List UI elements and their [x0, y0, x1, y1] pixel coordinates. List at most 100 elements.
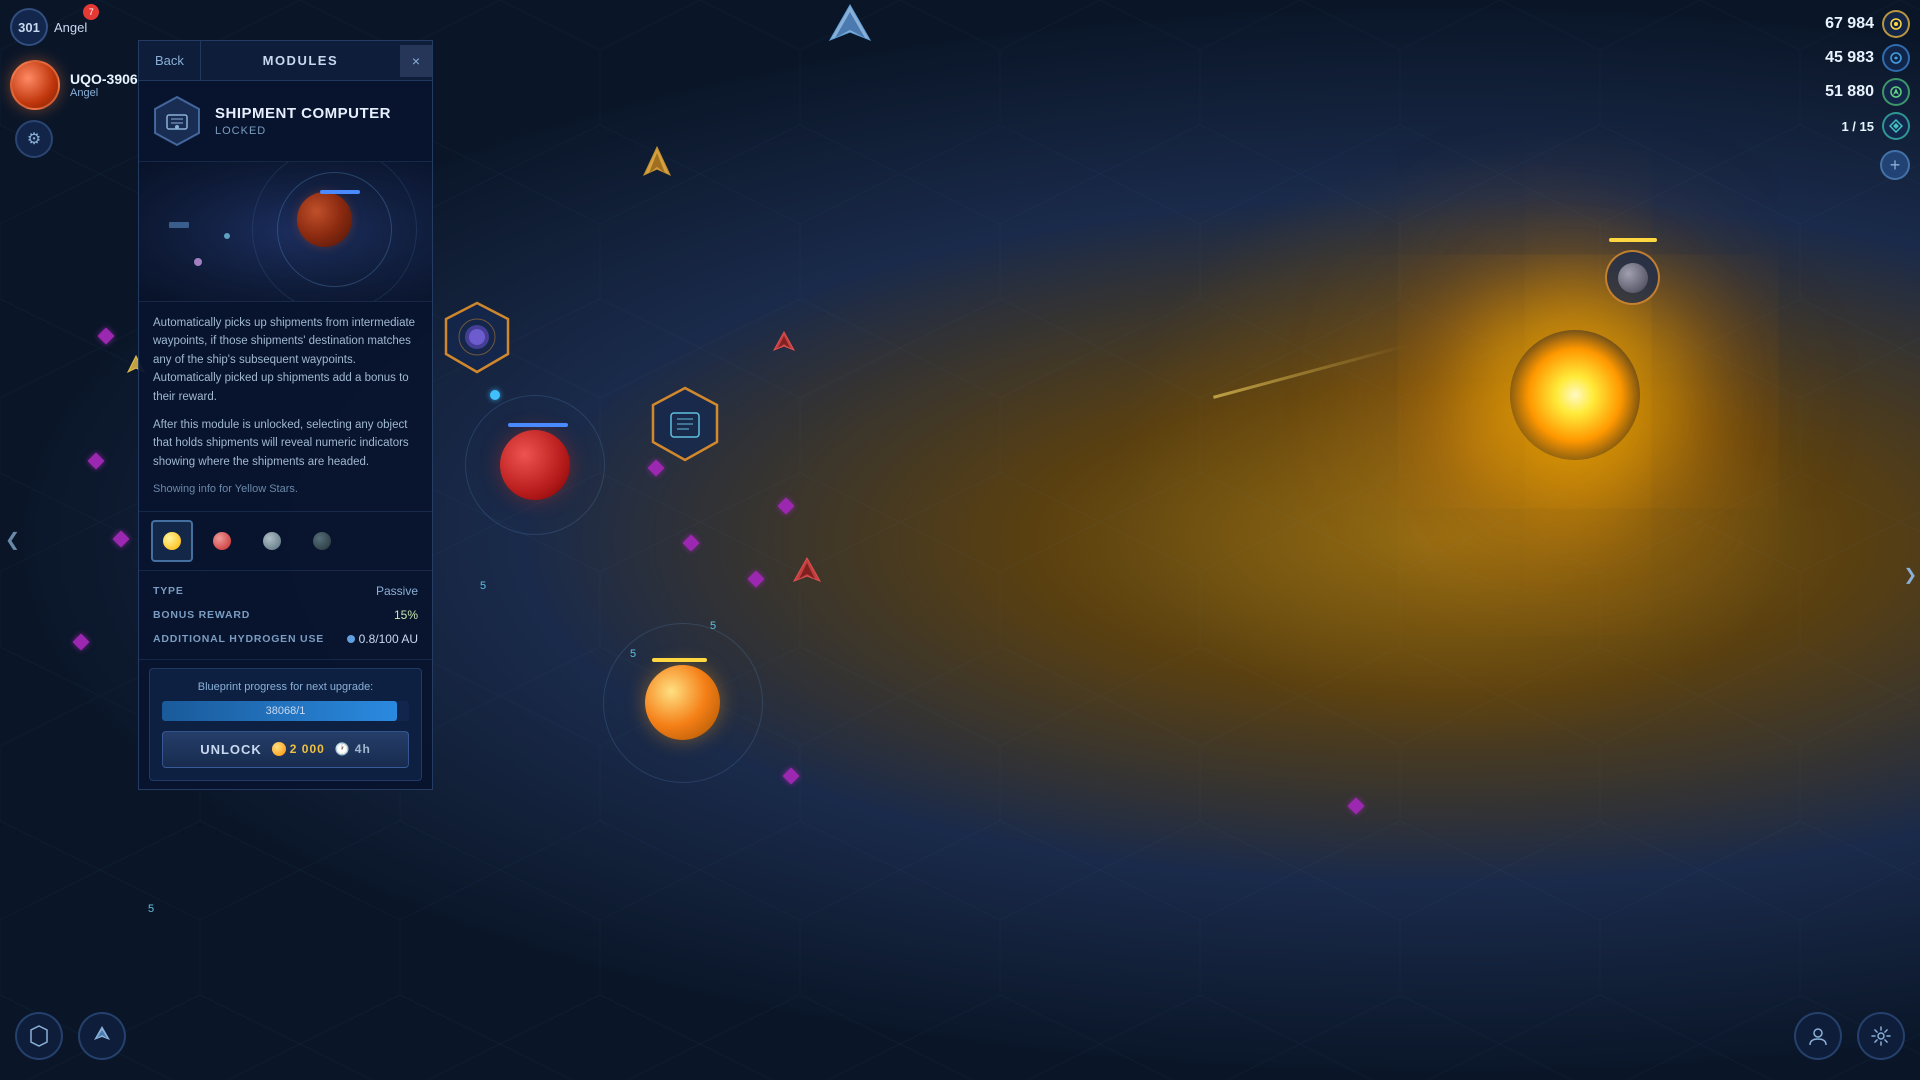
stat-type: TYPE Passive — [153, 579, 418, 603]
module-icon — [151, 95, 203, 147]
hydrogen-icon — [347, 635, 355, 643]
nav-indicator-3: 5 — [630, 648, 636, 660]
sun-obj-bar — [1609, 238, 1657, 242]
resource-row-1: 67 984 — [1825, 10, 1910, 38]
cost-value: 2 000 — [290, 742, 325, 756]
stat-bonus: BONUS REWARD 15% — [153, 603, 418, 627]
notif-count: 7 — [83, 4, 99, 20]
location-sub: Angel — [70, 87, 138, 99]
planet-status-bar — [508, 423, 568, 427]
unlock-cost: 2 000 — [272, 742, 325, 756]
module-preview — [139, 162, 432, 302]
settings-bottom-icon[interactable] — [1857, 1012, 1905, 1060]
stats-section: TYPE Passive BONUS REWARD 15% ADDITIONAL… — [139, 571, 432, 660]
top-left-ui: 301 7 Angel — [0, 0, 97, 54]
map-ship-top — [635, 145, 680, 195]
blueprint-label: Blueprint progress for next upgrade: — [162, 681, 409, 693]
desc-text-2: After this module is unlocked, selecting… — [153, 416, 418, 471]
yellow-star-dot — [163, 532, 181, 550]
panel-header: Back MODULES × — [139, 41, 432, 81]
hydrogen-value: 0.8/100 AU — [347, 632, 418, 646]
blueprint-progress-bar: 38068/1 — [162, 701, 409, 721]
cost-icon — [272, 742, 286, 756]
unlock-section: Blueprint progress for next upgrade: 380… — [149, 668, 422, 781]
module-name: SHIPMENT COMPUTER — [215, 105, 391, 122]
planet-avatar[interactable] — [10, 60, 60, 110]
blueprint-progress-text: 38068/1 — [162, 701, 409, 721]
desc-text-1: Automatically picks up shipments from in… — [153, 314, 418, 406]
module-title-info: SHIPMENT COMPUTER LOCKED — [215, 105, 391, 137]
time-value: 4h — [355, 742, 371, 756]
resource-row-3: 51 880 — [1825, 78, 1910, 106]
bonus-label: BONUS REWARD — [153, 609, 250, 621]
tab-dark-star[interactable] — [301, 520, 343, 562]
nav-indicator-2: 5 — [710, 620, 716, 632]
small-object-1 — [194, 258, 202, 266]
module-description: Automatically picks up shipments from in… — [139, 302, 432, 512]
player-name: Angel — [54, 20, 87, 35]
location-name: UQO-3906 — [70, 71, 138, 87]
tab-yellow-star[interactable] — [151, 520, 193, 562]
top-ship-icon — [820, 0, 880, 55]
location-info: UQO-3906 Angel — [70, 71, 138, 99]
unlock-label: UNLOCK — [200, 742, 262, 757]
showing-info: Showing info for Yellow Stars. — [153, 481, 418, 499]
profile-icon[interactable] — [1794, 1012, 1842, 1060]
right-panel-arrow[interactable]: ❯ — [1904, 565, 1917, 585]
preview-status-bar — [320, 190, 360, 194]
module-status: LOCKED — [215, 125, 391, 137]
location-display: UQO-3906 Angel — [0, 55, 148, 115]
hex-menu-icon[interactable] — [15, 1012, 63, 1060]
planet-orbit — [465, 395, 605, 535]
progress-value: 1 / 15 — [1841, 119, 1874, 134]
preview-planet-red — [297, 192, 352, 247]
top-right-resources: 67 984 45 983 51 880 1 / 15 + — [1825, 10, 1910, 180]
unlock-time: 🕐 4h — [335, 742, 371, 756]
resource2-icon — [1882, 44, 1910, 72]
tab-red-star[interactable] — [201, 520, 243, 562]
resource-row-2: 45 983 — [1825, 44, 1910, 72]
hex-button-1[interactable] — [440, 300, 515, 380]
nav-indicator-1: 5 — [480, 580, 486, 592]
progress-dot-1 — [490, 390, 500, 400]
enemy-ship-1 — [770, 330, 798, 363]
credits-value: 67 984 — [1825, 15, 1874, 33]
map-planet-red — [500, 430, 570, 500]
enemy-ship-2 — [790, 556, 825, 596]
type-value: Passive — [376, 584, 418, 598]
hex-button-2[interactable] — [645, 385, 725, 470]
credits-icon — [1882, 10, 1910, 38]
progress-icon — [1882, 112, 1910, 140]
preview-bar-2 — [169, 222, 189, 228]
dark-star-dot — [313, 532, 331, 550]
settings-icon[interactable]: ⚙ — [15, 120, 53, 158]
star-sun — [1510, 330, 1640, 460]
notification-badge[interactable]: 301 — [10, 8, 48, 46]
star-type-tabs — [139, 512, 432, 571]
small-object-2 — [224, 233, 230, 239]
close-button[interactable]: × — [400, 45, 432, 77]
add-resource-button[interactable]: + — [1880, 150, 1910, 180]
gold-planet-bar — [652, 658, 707, 662]
tab-gray-star[interactable] — [251, 520, 293, 562]
ship-menu-icon[interactable] — [78, 1012, 126, 1060]
resource3-icon — [1882, 78, 1910, 106]
resource3-value: 51 880 — [1825, 83, 1874, 101]
type-label: TYPE — [153, 585, 184, 597]
unlock-button[interactable]: UNLOCK 2 000 🕐 4h — [162, 731, 409, 768]
nav-num-bottom: 5 — [148, 903, 154, 915]
hydrogen-label: ADDITIONAL HYDROGEN USE — [153, 633, 324, 645]
left-chevron-icon[interactable]: ❮ — [5, 530, 20, 551]
progress-row: 1 / 15 — [1841, 112, 1910, 140]
gold-planet-orbit — [603, 623, 763, 783]
stat-hydrogen: ADDITIONAL HYDROGEN USE 0.8/100 AU — [153, 627, 418, 651]
panel-title: MODULES — [201, 41, 400, 80]
back-button[interactable]: Back — [139, 41, 201, 80]
sun-area-object — [1605, 250, 1660, 305]
clock-icon: 🕐 — [335, 742, 351, 756]
module-header: SHIPMENT COMPUTER LOCKED — [139, 81, 432, 162]
resource2-value: 45 983 — [1825, 49, 1874, 67]
module-panel: Back MODULES × SHIPMENT COMPUTER LOCKED — [138, 40, 433, 790]
bonus-value: 15% — [394, 608, 418, 622]
bottom-right-icons — [1794, 1012, 1905, 1060]
